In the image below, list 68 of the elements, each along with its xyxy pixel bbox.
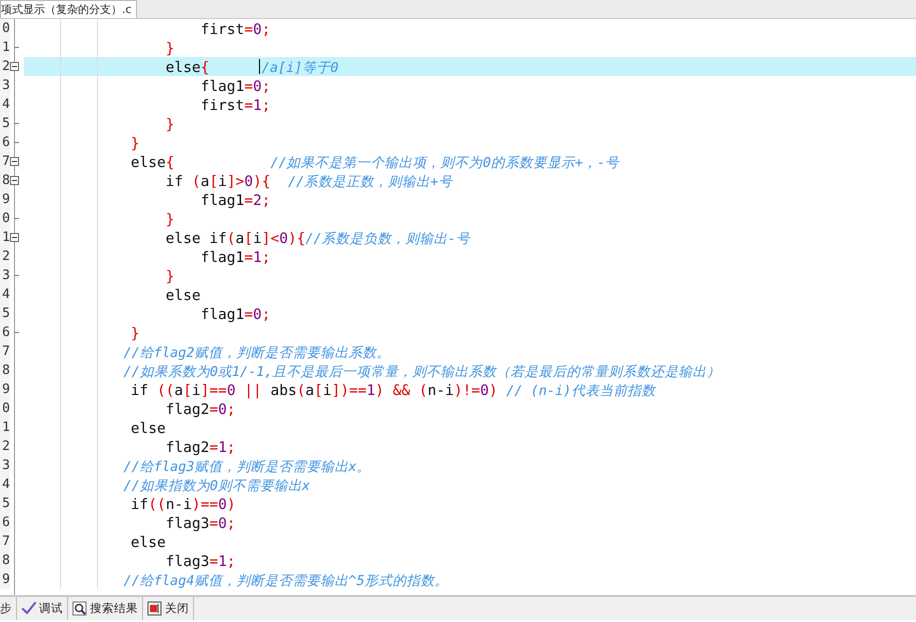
code-line: //给flag2赋值，判断是否需要输出系数。 <box>122 345 390 361</box>
file-tab[interactable]: 项式显示（复杂的分支）.c <box>0 0 137 18</box>
code-line: else{ //如果不是第一个输出项，则不为0的系数要显示+，-号 <box>130 155 620 171</box>
line-number: 4 <box>0 95 10 114</box>
code-line: //给flag3赋值，判断是否需要输出x。 <box>122 459 371 475</box>
code-line: if ((a[i]==0 || abs(a[i])==1) && (n-i)!=0) // (n-i)代表当前指数 <box>130 383 656 399</box>
code-line: } <box>164 212 174 228</box>
line-number: 5 <box>0 304 10 323</box>
check-icon <box>21 601 36 616</box>
code-line: //给flag4赋值，判断是否需要输出^5形式的指数。 <box>122 573 449 589</box>
code-line: else if(a[i]<0){//系数是负数，则输出-号 <box>164 231 470 247</box>
line-number: 8 <box>0 361 10 380</box>
search-icon <box>72 601 87 616</box>
close-icon <box>147 601 162 616</box>
panel-tab[interactable]: 步 <box>0 597 17 620</box>
line-number: 1 <box>0 418 10 437</box>
line-number: 5 <box>0 494 10 513</box>
code-line: else <box>164 288 201 304</box>
line-number: 7 <box>0 532 10 551</box>
panel-tab[interactable]: 调试 <box>17 597 68 620</box>
line-number: 2 <box>0 57 10 76</box>
code-line: //如果系数为0或1/-1,且不是最后一项常量，则不输出系数（若是最后的常量则系数还是输出） <box>122 364 721 380</box>
code-line: } <box>164 117 174 133</box>
line-number: 8 <box>0 551 10 570</box>
line-number: 7 <box>0 152 10 171</box>
code-line: flag1=1; <box>200 250 270 266</box>
line-number: 3 <box>0 456 10 475</box>
code-line: flag1=0; <box>200 79 270 95</box>
code-line: if (a[i]>0){ //系数是正数，则输出+号 <box>164 174 452 190</box>
line-number: 0 <box>0 19 10 38</box>
code-line: } <box>164 41 174 57</box>
code-line: first=1; <box>200 98 270 114</box>
line-number: 0 <box>0 399 10 418</box>
code-line: flag1=2; <box>200 193 270 209</box>
code-line: flag2=0; <box>164 402 236 418</box>
line-number: 8 <box>0 171 10 190</box>
line-number: 2 <box>0 247 10 266</box>
code-line: } <box>130 136 140 152</box>
line-number: 6 <box>0 323 10 342</box>
line-number: 9 <box>0 190 10 209</box>
code-line: //如果指数为0则不需要输出x <box>122 478 310 494</box>
panel-tab[interactable]: 关闭 <box>143 597 194 620</box>
code-line: if((n-i)==0) <box>130 497 236 513</box>
code-line: flag3=0; <box>164 516 236 532</box>
line-number: 4 <box>0 475 10 494</box>
line-number: 6 <box>0 133 10 152</box>
line-number: 9 <box>0 380 10 399</box>
code-line: flag1=0; <box>200 307 270 323</box>
line-number: 5 <box>0 114 10 133</box>
line-number: 1 <box>0 228 10 247</box>
line-number: 3 <box>0 266 10 285</box>
line-number: 3 <box>0 76 10 95</box>
panel-tab[interactable]: 搜索结果 <box>68 597 143 620</box>
code-line: else <box>130 535 166 551</box>
code-line: flag3=1; <box>164 554 236 570</box>
code-line: } <box>164 269 174 285</box>
line-number: 2 <box>0 437 10 456</box>
code-line: } <box>130 326 140 342</box>
code-line: first=0; <box>200 22 270 38</box>
line-number: 9 <box>0 570 10 589</box>
line-number: 6 <box>0 513 10 532</box>
line-number: 7 <box>0 342 10 361</box>
code-line: else <box>130 421 166 437</box>
line-number: 4 <box>0 285 10 304</box>
code-line: else{ /a[i]等于0 <box>164 60 338 76</box>
code-line: flag2=1; <box>164 440 236 456</box>
line-number: 1 <box>0 38 10 57</box>
line-number: 0 <box>0 209 10 228</box>
